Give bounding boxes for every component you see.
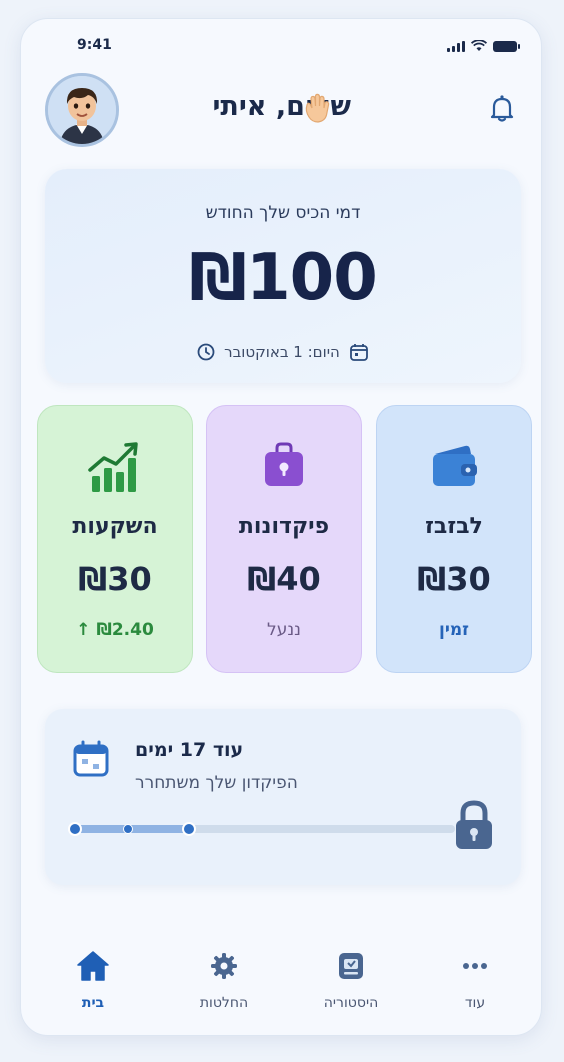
deposit-lock-card[interactable]: עוד 17 ימים הפיקדון שלך משתחרר	[45, 709, 521, 885]
progress-dot	[68, 822, 82, 836]
tile-deposits[interactable]: פיקדונות ₪40 ננעל	[206, 405, 362, 673]
tile-investments[interactable]: השקעות ₪30 ₪2.40 ↑	[37, 405, 193, 673]
tile-spend-status: זמין	[377, 620, 531, 640]
tab-history-label: היסטוריה	[323, 995, 379, 1011]
status-bar: 9:41	[21, 37, 541, 57]
tile-deposits-amount: ₪40	[247, 560, 321, 598]
pocket-money-label: דמי הכיס שלך החודש	[205, 203, 361, 223]
status-time: 9:41	[77, 37, 112, 53]
progress-dot	[182, 822, 196, 836]
calendar-icon	[349, 344, 368, 361]
deposit-lock-title: עוד 17 ימים	[135, 739, 244, 761]
arrow-up-icon: ↑	[76, 620, 91, 640]
tile-investments-title: השקעות	[72, 514, 158, 539]
pocket-money-date-row: היום: 1 באוקטובר	[45, 341, 521, 363]
progress-dot	[123, 824, 133, 834]
battery-icon	[493, 40, 520, 52]
tab-more[interactable]: עוד	[425, 947, 525, 1011]
signal-icon	[447, 40, 465, 52]
tile-deposits-status-text: ננעל	[267, 620, 301, 640]
tab-home[interactable]: בית	[43, 947, 143, 1011]
calendar-icon	[73, 740, 109, 777]
history-icon	[339, 953, 363, 979]
tab-more-label: עוד	[464, 995, 486, 1011]
home-icon	[77, 951, 109, 981]
clock-icon	[197, 343, 215, 361]
wifi-icon	[471, 40, 487, 51]
pocket-money-amount: ₪100	[189, 241, 377, 315]
wallet-icon	[433, 445, 477, 486]
tab-decisions[interactable]: החלטות	[174, 947, 274, 1011]
pocket-money-date: היום: 1 באוקטובר	[224, 343, 340, 361]
status-icons	[447, 40, 520, 52]
tile-investments-gain: ₪2.40	[96, 620, 154, 640]
lock-icon	[456, 800, 492, 849]
tab-history[interactable]: היסטוריה	[301, 947, 401, 1011]
tile-deposits-status: ננעל	[207, 620, 361, 640]
more-icon	[463, 963, 487, 969]
tile-spend-amount: ₪30	[417, 560, 491, 598]
tab-decisions-label: החלטות	[199, 995, 249, 1011]
tile-deposits-title: פיקדונות	[238, 514, 330, 539]
locked-box-icon	[265, 442, 303, 486]
phone-screen: 9:41 שלום, איתי דמי הכיס שלך החודש ₪100 …	[20, 18, 542, 1036]
child-avatar-icon	[48, 76, 116, 144]
tile-spend-title: לבזבז	[425, 514, 483, 539]
bottom-tab-bar: בית החלטות היסטוריה עוד	[21, 931, 541, 1031]
tile-investments-gain-row: ₪2.40 ↑	[38, 620, 192, 640]
pocket-money-card: דמי הכיס שלך החודש ₪100 היום: 1 באוקטובר	[45, 169, 521, 383]
tile-spend[interactable]: לבזבז ₪30 זמין	[376, 405, 532, 673]
tile-investments-amount: ₪30	[78, 560, 152, 598]
tab-home-label: בית	[81, 995, 105, 1011]
growth-chart-icon	[88, 442, 138, 492]
waving-hand-icon	[305, 93, 330, 123]
gear-icon	[211, 953, 237, 979]
avatar[interactable]	[45, 73, 119, 147]
bell-icon[interactable]	[485, 91, 519, 125]
deposit-lock-subtitle: הפיקדון שלך משתחרר	[135, 773, 298, 793]
tile-spend-status-text: זמין	[439, 620, 469, 640]
